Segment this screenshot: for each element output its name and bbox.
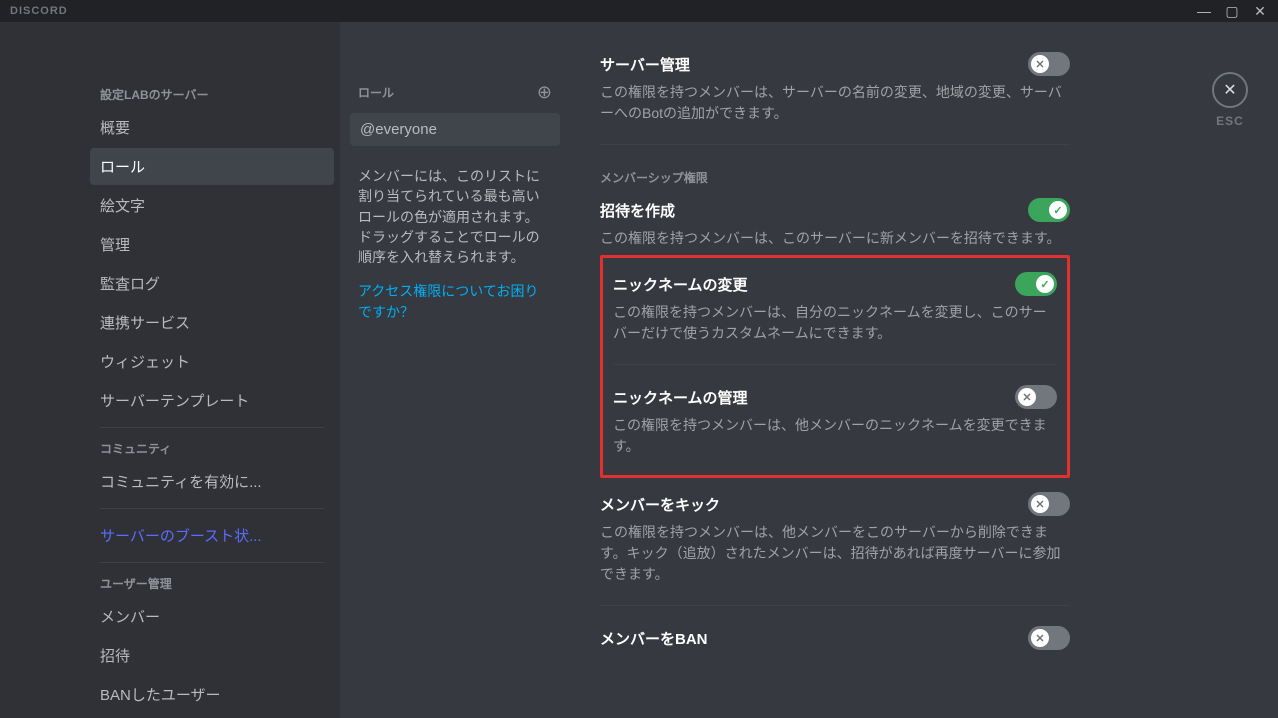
perm-ban: メンバーをBAN ✕ xyxy=(600,626,1070,650)
perm-section-membership: メンバーシップ権限 xyxy=(600,169,1070,186)
sidebar-item-template[interactable]: サーバーテンプレート xyxy=(90,382,334,419)
perm-title: ニックネームの変更 xyxy=(613,274,748,295)
perm-desc: この権限を持つメンバーは、自分のニックネームを変更し、このサーバーだけで使うカス… xyxy=(613,302,1057,344)
toggle-manage-nickname[interactable]: ✕ xyxy=(1015,385,1057,409)
perm-title: メンバーをキック xyxy=(600,494,720,515)
roles-description: メンバーには、このリストに割り当てられている最も高いロールの色が適用されます。ド… xyxy=(350,146,560,267)
sidebar-item-moderation[interactable]: 管理 xyxy=(90,226,334,263)
perm-divider xyxy=(600,605,1070,606)
window-controls: — ▢ ✕ xyxy=(1190,0,1274,22)
sidebar-divider xyxy=(100,508,324,509)
roles-header: ロール ⊕ xyxy=(350,82,560,113)
sidebar-item-widget[interactable]: ウィジェット xyxy=(90,343,334,380)
app-body: 設定LABのサーバー 概要 ロール 絵文字 管理 監査ログ 連携サービス ウィジ… xyxy=(0,22,1278,718)
perm-desc: この権限を持つメンバーは、他メンバーのニックネームを変更できます。 xyxy=(613,415,1057,457)
add-role-icon[interactable]: ⊕ xyxy=(537,82,552,103)
highlight-box: ニックネームの変更 ✓ この権限を持つメンバーは、自分のニックネームを変更し、こ… xyxy=(600,255,1070,478)
sidebar-item-roles[interactable]: ロール xyxy=(90,148,334,185)
toggle-create-invite[interactable]: ✓ xyxy=(1028,198,1070,222)
perm-desc: この権限を持つメンバーは、このサーバーに新メンバーを招待できます。 xyxy=(600,228,1070,249)
sidebar-header-community: コミュニティ xyxy=(90,436,334,463)
role-everyone[interactable]: @everyone xyxy=(350,113,560,146)
sidebar-item-members[interactable]: メンバー xyxy=(90,598,334,635)
perm-desc: この権限を持つメンバーは、サーバーの名前の変更、地域の変更、サーバーへのBotの… xyxy=(600,82,1070,124)
settings-sidebar: 設定LABのサーバー 概要 ロール 絵文字 管理 監査ログ 連携サービス ウィジ… xyxy=(70,22,340,718)
roles-column: ロール ⊕ @everyone メンバーには、このリストに割り当てられている最も… xyxy=(340,22,570,718)
toggle-server-manage[interactable]: ✕ xyxy=(1028,52,1070,76)
sidebar-item-overview[interactable]: 概要 xyxy=(90,109,334,146)
perm-server-manage: サーバー管理 ✕ xyxy=(600,52,1070,76)
permissions-column: ✕ ESC サーバー管理 ✕ この権限を持つメンバーは、サーバーの名前の変更、地… xyxy=(570,22,1278,718)
perm-divider xyxy=(600,144,1070,145)
perm-title: サーバー管理 xyxy=(600,54,690,75)
sidebar-item-bans[interactable]: BANしたユーザー xyxy=(90,676,334,713)
perm-title: ニックネームの管理 xyxy=(613,387,748,408)
perm-title: メンバーをBAN xyxy=(600,628,708,649)
perm-manage-nickname: ニックネームの管理 ✕ xyxy=(613,385,1057,409)
esc-button[interactable]: ✕ ESC xyxy=(1212,72,1248,128)
perm-change-nickname: ニックネームの変更 ✓ xyxy=(613,272,1057,296)
perm-divider xyxy=(613,364,1057,365)
roles-header-label: ロール xyxy=(358,84,394,101)
sidebar-item-invites[interactable]: 招待 xyxy=(90,637,334,674)
perm-title: 招待を作成 xyxy=(600,200,675,221)
toggle-ban[interactable]: ✕ xyxy=(1028,626,1070,650)
maximize-button[interactable]: ▢ xyxy=(1218,0,1246,22)
sidebar-item-emoji[interactable]: 絵文字 xyxy=(90,187,334,224)
guild-rail xyxy=(0,22,70,718)
permission-content: サーバー管理 ✕ この権限を持つメンバーは、サーバーの名前の変更、地域の変更、サ… xyxy=(600,52,1070,650)
close-button[interactable]: ✕ xyxy=(1246,0,1274,22)
esc-label: ESC xyxy=(1216,114,1244,128)
sidebar-divider xyxy=(100,427,324,428)
perm-desc: この権限を持つメンバーは、他メンバーをこのサーバーから削除できます。キック（追放… xyxy=(600,522,1070,585)
sidebar-item-integrations[interactable]: 連携サービス xyxy=(90,304,334,341)
sidebar-header-server: 設定LABのサーバー xyxy=(90,82,334,109)
titlebar: DISCORD — ▢ ✕ xyxy=(0,0,1278,22)
sidebar-header-user-mgmt: ユーザー管理 xyxy=(90,571,334,598)
perm-create-invite: 招待を作成 ✓ xyxy=(600,198,1070,222)
toggle-change-nickname[interactable]: ✓ xyxy=(1015,272,1057,296)
sidebar-item-community-enable[interactable]: コミュニティを有効に... xyxy=(90,463,334,500)
sidebar-item-audit-log[interactable]: 監査ログ xyxy=(90,265,334,302)
roles-help-link[interactable]: アクセス権限についてお困りですか？ xyxy=(350,267,560,322)
app-logo: DISCORD xyxy=(10,5,68,17)
sidebar-item-boost[interactable]: サーバーのブースト状... xyxy=(90,517,334,554)
perm-kick: メンバーをキック ✕ xyxy=(600,492,1070,516)
toggle-kick[interactable]: ✕ xyxy=(1028,492,1070,516)
minimize-button[interactable]: — xyxy=(1190,0,1218,22)
sidebar-divider xyxy=(100,562,324,563)
close-icon: ✕ xyxy=(1212,72,1248,108)
